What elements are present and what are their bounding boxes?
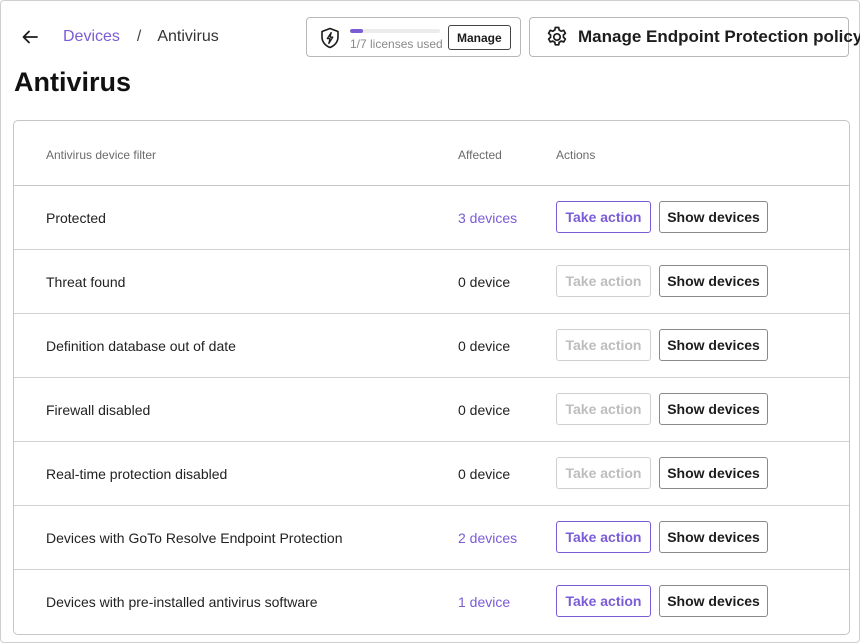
antivirus-filter-table: Antivirus device filter Affected Actions… <box>13 120 850 635</box>
show-devices-button[interactable]: Show devices <box>659 521 768 553</box>
take-action-button: Take action <box>556 457 651 489</box>
filter-name: Firewall disabled <box>46 402 151 418</box>
filter-name: Real-time protection disabled <box>46 466 228 482</box>
back-button[interactable] <box>17 24 43 50</box>
column-header-actions: Actions <box>556 148 596 162</box>
show-devices-button[interactable]: Show devices <box>659 585 768 617</box>
column-header-filter: Antivirus device filter <box>46 148 157 162</box>
filter-name: Devices with GoTo Resolve Endpoint Prote… <box>46 530 343 546</box>
show-devices-button[interactable]: Show devices <box>659 265 768 297</box>
manage-licenses-button[interactable]: Manage <box>448 25 511 50</box>
affected-devices-link[interactable]: 3 devices <box>458 210 517 226</box>
affected-devices-link[interactable]: 1 device <box>458 594 510 610</box>
show-devices-button[interactable]: Show devices <box>659 457 768 489</box>
filter-name: Devices with pre-installed antivirus sof… <box>46 594 318 610</box>
table-row: Devices with pre-installed antivirus sof… <box>14 570 849 634</box>
shield-lightning-icon <box>321 27 339 49</box>
arrow-left-icon <box>22 30 38 44</box>
table-row: Devices with GoTo Resolve Endpoint Prote… <box>14 506 849 570</box>
take-action-button: Take action <box>556 329 651 361</box>
take-action-button: Take action <box>556 393 651 425</box>
table-body: Protected 3 devices Take action Show device… <box>14 186 849 634</box>
take-action-button[interactable]: Take action <box>556 521 651 553</box>
breadcrumb-devices-link[interactable]: Devices <box>63 28 120 46</box>
affected-devices-count: 0 device <box>458 402 511 418</box>
gear-icon <box>547 26 567 46</box>
filter-name: Threat found <box>46 274 126 290</box>
affected-devices-count: 0 device <box>458 274 511 290</box>
table-row: Threat found 0 device Take action Show devi… <box>14 250 849 314</box>
show-devices-button[interactable]: Show devices <box>659 329 768 361</box>
license-usage-text: 1/7 licenses used <box>350 37 443 51</box>
manage-endpoint-protection-policy-button[interactable]: Manage Endpoint Protection policy <box>529 17 860 57</box>
show-devices-button[interactable]: Show devices <box>659 393 768 425</box>
take-action-button[interactable]: Take action <box>556 201 651 233</box>
table-row: Definition database out of date 0 device T… <box>14 314 849 378</box>
affected-devices-count: 0 device <box>458 466 511 482</box>
license-usage-bar <box>350 29 440 33</box>
table-header: Antivirus device filter Affected Actions <box>14 121 849 186</box>
policy-button-label: Manage Endpoint Protection policy <box>578 27 860 46</box>
breadcrumb-separator: / <box>136 28 142 45</box>
filter-name: Protected <box>46 210 106 226</box>
filter-name: Definition database out of date <box>46 338 236 354</box>
breadcrumb: Devices / Antivirus <box>63 28 219 46</box>
take-action-button[interactable]: Take action <box>556 585 651 617</box>
breadcrumb-current: Antivirus <box>157 28 219 45</box>
license-usage-box: 1/7 licenses used Manage <box>306 17 521 57</box>
page-title: Antivirus <box>14 67 132 97</box>
column-header-affected: Affected <box>458 148 502 162</box>
take-action-button: Take action <box>556 265 651 297</box>
table-row: Real-time protection disabled 0 device Tak… <box>14 442 849 506</box>
affected-devices-count: 0 device <box>458 338 511 354</box>
affected-devices-link[interactable]: 2 devices <box>458 530 517 546</box>
table-row: Protected 3 devices Take action Show device… <box>14 186 849 250</box>
show-devices-button[interactable]: Show devices <box>659 201 768 233</box>
license-usage-bar-fill <box>350 29 363 33</box>
table-row: Firewall disabled 0 device Take action Show… <box>14 378 849 442</box>
